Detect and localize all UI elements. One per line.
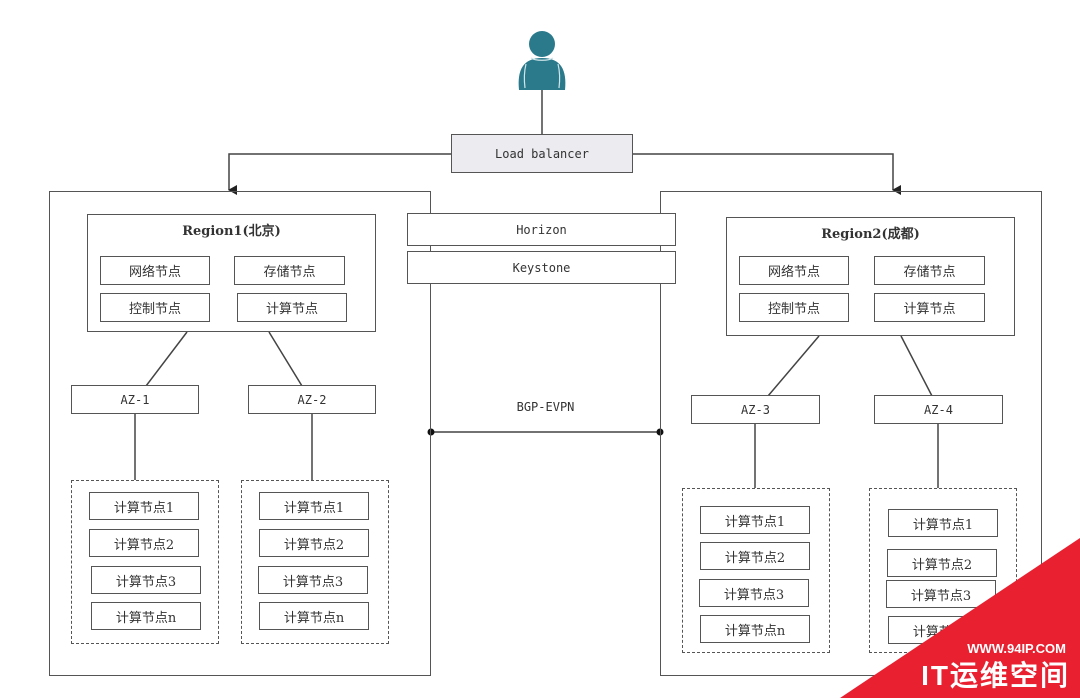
az3-compute-node-2: 计算节点2 bbox=[700, 542, 810, 570]
region2-network-node: 网络节点 bbox=[739, 256, 849, 285]
region2-control-node: 控制节点 bbox=[739, 293, 849, 322]
az1-box: AZ-1 bbox=[71, 385, 199, 414]
region1-storage-node: 存储节点 bbox=[234, 256, 345, 285]
az3-compute-node-n: 计算节点n bbox=[700, 615, 810, 643]
keystone-box: Keystone bbox=[407, 251, 676, 284]
region1-compute-node: 计算节点 bbox=[237, 293, 347, 322]
lb-to-region2-arrow bbox=[632, 153, 901, 195]
watermark-name: IT运维空间 bbox=[921, 660, 1070, 691]
region2-compute-node: 计算节点 bbox=[874, 293, 985, 322]
region2-storage-node: 存储节点 bbox=[874, 256, 985, 285]
horizon-box: Horizon bbox=[407, 213, 676, 246]
region2-title: Region2(成都) bbox=[821, 227, 920, 242]
region1-network-node: 网络节点 bbox=[100, 256, 210, 285]
az3-box: AZ-3 bbox=[691, 395, 820, 424]
region1-control-node: 控制节点 bbox=[100, 293, 210, 322]
az2-compute-node-2: 计算节点2 bbox=[259, 529, 369, 557]
user-icon bbox=[518, 31, 566, 90]
load-balancer-box: Load balancer bbox=[451, 134, 633, 173]
az2-box: AZ-2 bbox=[248, 385, 376, 414]
az3-compute-node-1: 计算节点1 bbox=[700, 506, 810, 534]
az2-compute-node-1: 计算节点1 bbox=[259, 492, 369, 520]
load-balancer-label: Load balancer bbox=[495, 146, 589, 161]
lb-to-region1-arrow bbox=[228, 153, 452, 195]
az1-compute-node-2: 计算节点2 bbox=[89, 529, 199, 557]
bgp-evpn-label: BGP-EVPN bbox=[516, 400, 575, 414]
keystone-label: Keystone bbox=[512, 260, 571, 275]
az2-compute-node-3: 计算节点3 bbox=[258, 566, 368, 594]
az2-compute-node-n: 计算节点n bbox=[259, 602, 369, 630]
az1-compute-node-3: 计算节点3 bbox=[91, 566, 201, 594]
az1-compute-node-n: 计算节点n bbox=[91, 602, 201, 630]
az4-box: AZ-4 bbox=[874, 395, 1003, 424]
horizon-label: Horizon bbox=[516, 222, 567, 237]
az1-compute-node-1: 计算节点1 bbox=[89, 492, 199, 520]
region1-title: Region1(北京) bbox=[182, 224, 281, 239]
az4-compute-node-1: 计算节点1 bbox=[888, 509, 998, 537]
az3-compute-node-3: 计算节点3 bbox=[699, 579, 809, 607]
